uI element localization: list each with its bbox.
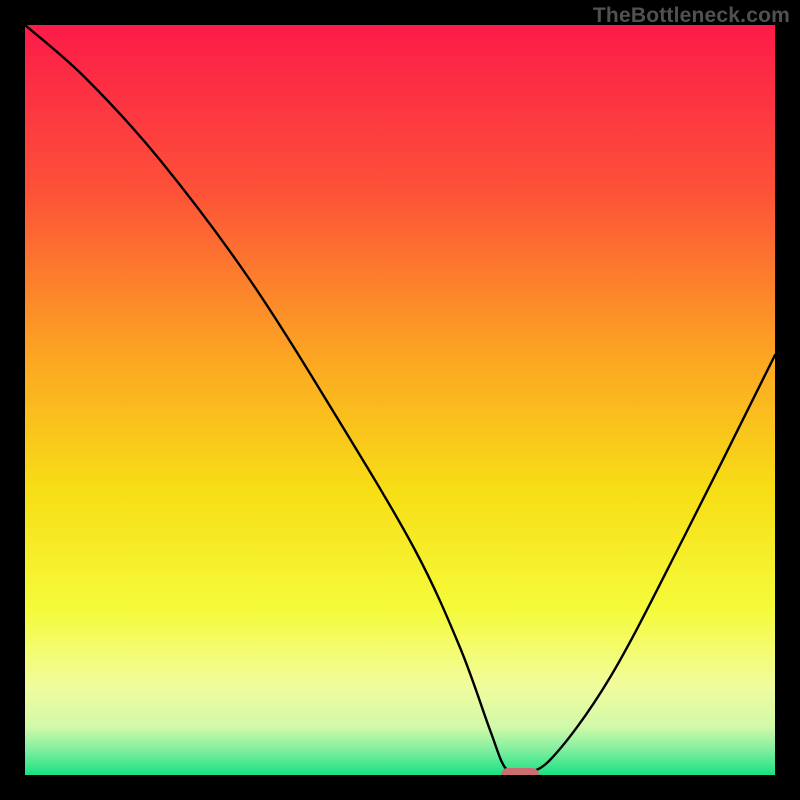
chart-frame: TheBottleneck.com (0, 0, 800, 800)
optimal-marker (501, 768, 539, 775)
watermark-text: TheBottleneck.com (593, 4, 790, 28)
bottleneck-curve (25, 25, 775, 775)
plot-area (25, 25, 775, 775)
